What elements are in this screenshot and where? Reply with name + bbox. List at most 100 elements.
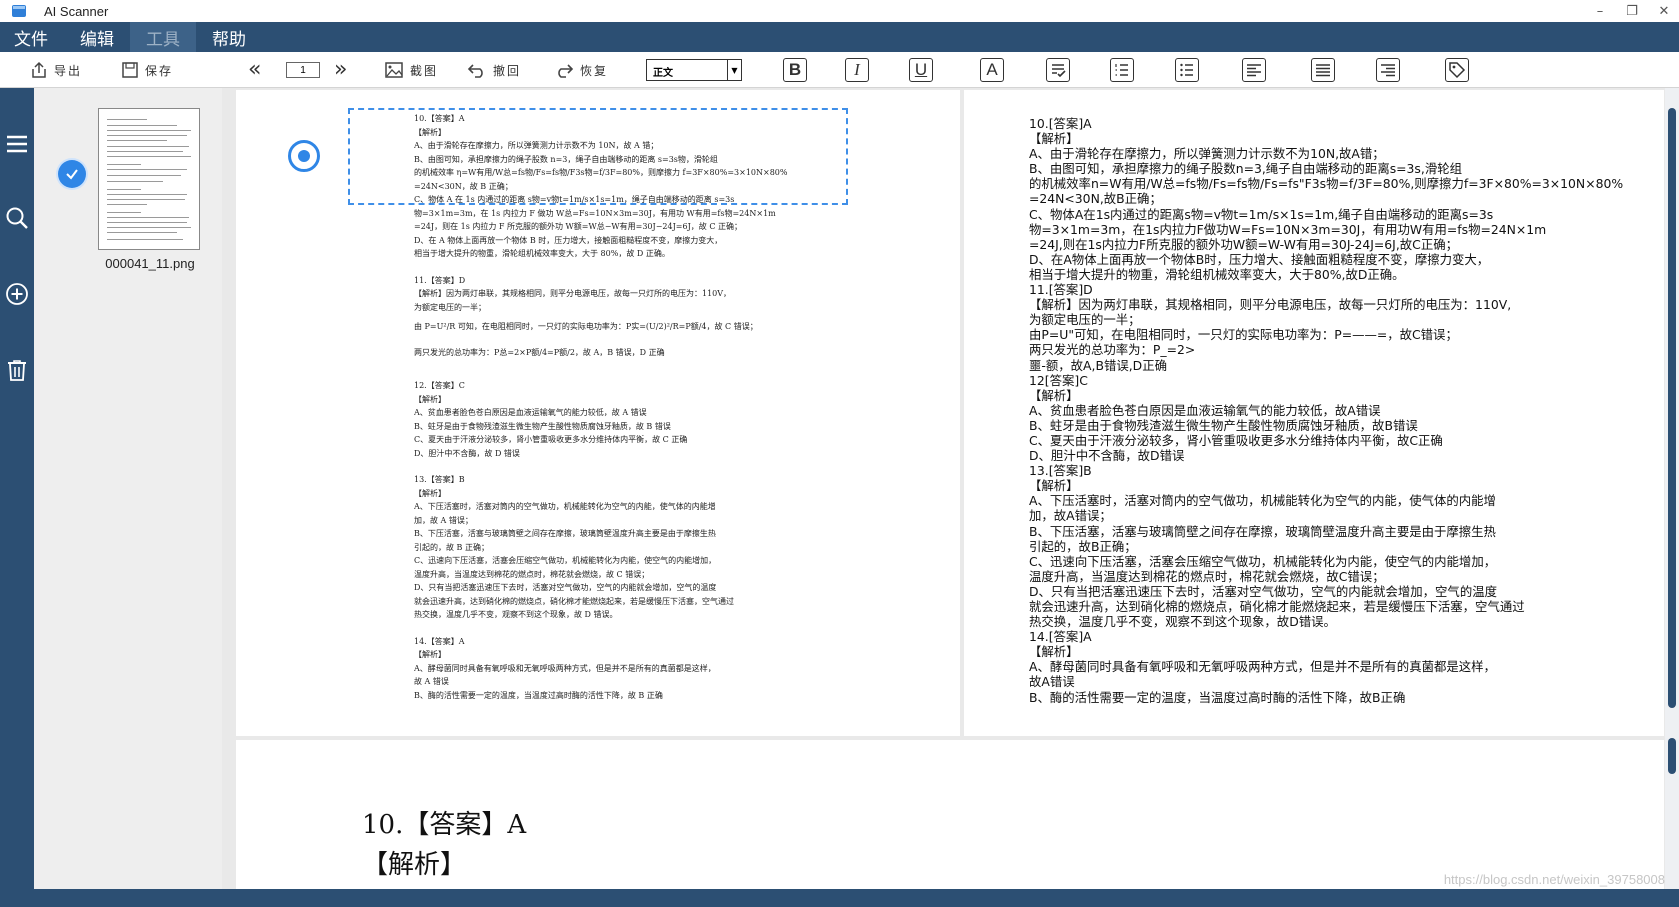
ocr-line[interactable]: A、下压活塞时，活塞对筒内的空气做功，机械能转化为空气的内能，使气体的内能增 xyxy=(1029,493,1649,508)
undo-label: 撤回 xyxy=(493,63,522,78)
ocr-line[interactable]: 的机械效率n=W有用/W总=fs物/Fs=fs物/Fs=fs"F3s物=f/3F… xyxy=(1029,176,1649,191)
ocr-line[interactable]: B、蛀牙是由于食物残渣滋生微生物产生酸性物质腐蚀牙釉质，故B错误 xyxy=(1029,418,1649,433)
ocr-line[interactable]: 12[答案]C xyxy=(1029,373,1649,388)
source-line: 14.【答案】A xyxy=(414,636,465,646)
source-line: 11.【答案】D xyxy=(414,275,466,285)
ocr-line[interactable]: 温度升高，当温度达到棉花的燃点时，棉花就会燃烧，故C错误； xyxy=(1029,569,1649,584)
ocr-line[interactable]: 由P=U"可知，在电阻相同时，一只灯的实际电功率为：P=——=，故C错误； xyxy=(1029,327,1649,342)
ocr-line[interactable]: C、夏天由于汗液分泌较多，肾小管重吸收更多水分维持体内平衡，故C正确 xyxy=(1029,433,1649,448)
underline-button[interactable]: U xyxy=(909,58,933,82)
last-page-button[interactable]: » xyxy=(334,58,347,82)
menu-help[interactable]: 帮助 xyxy=(196,22,262,52)
page-number-field[interactable] xyxy=(286,58,320,82)
screenshot-button[interactable]: 截图 xyxy=(384,58,438,82)
source-line xyxy=(414,622,814,635)
ocr-text-editor[interactable]: 10.[答案]A 【解析】 A、由于滑轮存在摩擦力，所以弹簧测力计示数不为10N,故… xyxy=(1029,116,1649,705)
ocr-line[interactable]: 加，故A错误； xyxy=(1029,508,1649,523)
export-icon xyxy=(32,61,46,78)
page-input[interactable] xyxy=(286,62,320,78)
source-image-pane[interactable]: 10.【答案】A 【解析】 A、由于滑轮存在摩擦力，所以弹簧测力计示数不为 10N… xyxy=(236,90,960,736)
spellcheck-button[interactable] xyxy=(1046,58,1070,82)
search-icon[interactable] xyxy=(5,206,29,230)
menu-file[interactable]: 文件 xyxy=(0,22,64,52)
bullet-list-button[interactable] xyxy=(1175,58,1199,82)
source-line: B、下压活塞，活塞与玻璃筒壁之间存在摩擦，玻璃筒壁温度升高主要是由于摩擦生热 xyxy=(414,529,716,538)
align-right-button[interactable] xyxy=(1376,58,1400,82)
ocr-line[interactable]: A、酵母菌同时具备有氧呼吸和无氧呼吸两种方式，但是并不是所有的真菌都是这样， xyxy=(1029,659,1649,674)
ocr-line[interactable]: A、贫血患者脸色苍白原因是血液运输氧气的能力较低，故A错误 xyxy=(1029,403,1649,418)
ocr-line[interactable]: B、下压活塞，活塞与玻璃筒壁之间存在摩擦，玻璃筒壁温度升高主要是由于摩擦生热 xyxy=(1029,524,1649,539)
ocr-line[interactable]: C、物体A在1s内通过的距离s物=v物t=1m/s×1s=1m,绳子自由端移动的… xyxy=(1029,207,1649,222)
source-line: C、物体 A 在 1s 内通过的距离 s物=v物t=1m/s×1s=1m，绳子自… xyxy=(414,195,735,204)
export-button[interactable]: 导出 xyxy=(30,58,82,82)
ocr-line[interactable]: 10.[答案]A xyxy=(1029,116,1649,131)
first-page-button[interactable]: « xyxy=(248,58,261,82)
ocr-line[interactable]: A、由于滑轮存在摩擦力，所以弹簧测力计示数不为10N,故A错； xyxy=(1029,146,1649,161)
align-justify-button[interactable] xyxy=(1311,58,1335,82)
selection-target-icon[interactable] xyxy=(288,140,320,172)
align-left-button[interactable] xyxy=(1242,58,1266,82)
ocr-line[interactable]: D、在A物体上面再放一个物体B时，压力增大、接触面粗糙程度不变，摩擦力变大， xyxy=(1029,252,1649,267)
source-line: 为额定电压的一半； xyxy=(414,302,486,312)
ocr-line[interactable]: 相当于增大提升的物重，滑轮组机械效率变大，大于80%,故D正确。 xyxy=(1029,267,1649,282)
ocr-line[interactable]: 13.[答案]B xyxy=(1029,463,1649,478)
ocr-line[interactable]: 就会迅速升高，达到硝化棉的燃烧点，硝化棉才能燃烧起来，若是缓慢压下活塞，空气通过 xyxy=(1029,599,1649,614)
source-line: 物=3×1m=3m，在 1s 内拉力 F 做功 W总=Fs=10N×3m=30J… xyxy=(414,208,776,218)
restore-button[interactable]: ❐ xyxy=(1625,4,1639,19)
minimize-button[interactable]: – xyxy=(1593,4,1607,19)
thumbnail-panel: 000041_11.png xyxy=(34,88,222,889)
ocr-line[interactable]: 物=3×1m=3m，在1s内拉力F做功W=Fs=10N×3m=30J，有用功W有… xyxy=(1029,222,1649,237)
ocr-result-pane[interactable]: 10.[答案]A 【解析】 A、由于滑轮存在摩擦力，所以弹簧测力计示数不为10N,故… xyxy=(964,90,1664,736)
ocr-line[interactable]: D、胆汁中不含酶，故D错误 xyxy=(1029,448,1649,463)
ocr-line[interactable]: 【解析】 xyxy=(1029,388,1649,403)
ocr-line[interactable]: B、酶的活性需要一定的温度，当温度过高时酶的活性下降，故B正确 xyxy=(1029,690,1649,705)
check-icon[interactable] xyxy=(58,160,86,188)
font-color-button[interactable]: A xyxy=(980,58,1004,82)
ocr-line[interactable]: 为额定电压的一半； xyxy=(1029,312,1649,327)
ocr-line[interactable]: 热交换，温度几乎不变，观察不到这个现象，故D错误。 xyxy=(1029,614,1649,629)
vertical-scrollbar[interactable] xyxy=(1665,88,1679,889)
italic-button[interactable]: I xyxy=(845,58,869,82)
ocr-line[interactable]: =24J,则在1s内拉力F所克服的额外功W额=W-W有用=30J-24J=6J,… xyxy=(1029,237,1649,252)
ocr-line[interactable]: 14.[答案]A xyxy=(1029,629,1649,644)
ocr-line[interactable]: 噩-额，故A,B错误,D正确 xyxy=(1029,358,1649,373)
watermark-text: https://blog.csdn.net/weixin_39758008 xyxy=(1443,872,1665,887)
source-line: 两只发光的总功率为：P总=2×P额/4=P额/2，故 A，B 错误，D 正确 xyxy=(414,348,665,358)
align-right-icon xyxy=(1381,64,1395,77)
ocr-line[interactable]: 引起的，故B正确； xyxy=(1029,539,1649,554)
bold-button[interactable]: B xyxy=(783,58,807,82)
save-button[interactable]: 保存 xyxy=(121,58,173,82)
scroll-thumb-secondary[interactable] xyxy=(1668,738,1676,774)
ocr-line[interactable]: 【解析】 xyxy=(1029,644,1649,659)
ocr-line[interactable]: C、迅速向下压活塞，活塞会压缩空气做功，机械能转化为内能，使空气的内能增加， xyxy=(1029,554,1649,569)
redo-icon xyxy=(558,64,574,78)
paragraph-style-select[interactable]: 正文 ▼ xyxy=(646,59,742,81)
ocr-line[interactable]: 【解析】 xyxy=(1029,478,1649,493)
redo-button[interactable]: 恢复 xyxy=(554,58,608,82)
tag-button[interactable] xyxy=(1445,58,1469,82)
close-button[interactable]: ✕ xyxy=(1657,4,1671,19)
ocr-line[interactable]: 两只发光的总功率为：P_=2> xyxy=(1029,342,1649,357)
ocr-line[interactable]: 11.[答案]D xyxy=(1029,282,1649,297)
page-thumbnail[interactable] xyxy=(98,108,200,250)
ocr-line[interactable]: =24N<30N,故B正确； xyxy=(1029,191,1649,206)
ordered-list-button[interactable] xyxy=(1110,58,1134,82)
ocr-line[interactable]: B、由图可知，承担摩擦力的绳子股数n=3,绳子自由端移动的距离s=3s,滑轮组 xyxy=(1029,161,1649,176)
redo-label: 恢复 xyxy=(580,63,609,78)
title-bar: AI Scanner – ❐ ✕ xyxy=(0,0,1679,22)
ocr-line[interactable]: 【解析】 xyxy=(1029,131,1649,146)
trash-icon[interactable] xyxy=(5,358,29,382)
ocr-line[interactable]: D、只有当把活塞迅速压下去时，活塞对空气做功，空气的内能就会增加，空气的温度 xyxy=(1029,584,1649,599)
menu-icon[interactable] xyxy=(5,132,29,156)
add-icon[interactable] xyxy=(5,282,29,306)
source-line: 13.【答案】B xyxy=(414,475,465,484)
menu-edit[interactable]: 编辑 xyxy=(64,22,130,52)
scroll-thumb[interactable] xyxy=(1668,108,1676,708)
ocr-line[interactable]: 【解析】因为两灯串联，其规格相同，则平分电源电压，故每一只灯所的电压为：110V… xyxy=(1029,297,1649,312)
source-line: B、由图可知，承担摩擦力的绳子股数 n=3，绳子自由端移动的距离 s=3s物，滑… xyxy=(414,154,718,164)
menu-tools[interactable]: 工具 xyxy=(130,22,196,52)
undo-button[interactable]: 撤回 xyxy=(467,58,521,82)
paragraph-style-value: 正文 xyxy=(653,68,673,79)
double-chevron-left-icon: « xyxy=(248,57,262,82)
ocr-line[interactable]: 故A错误 xyxy=(1029,674,1649,689)
